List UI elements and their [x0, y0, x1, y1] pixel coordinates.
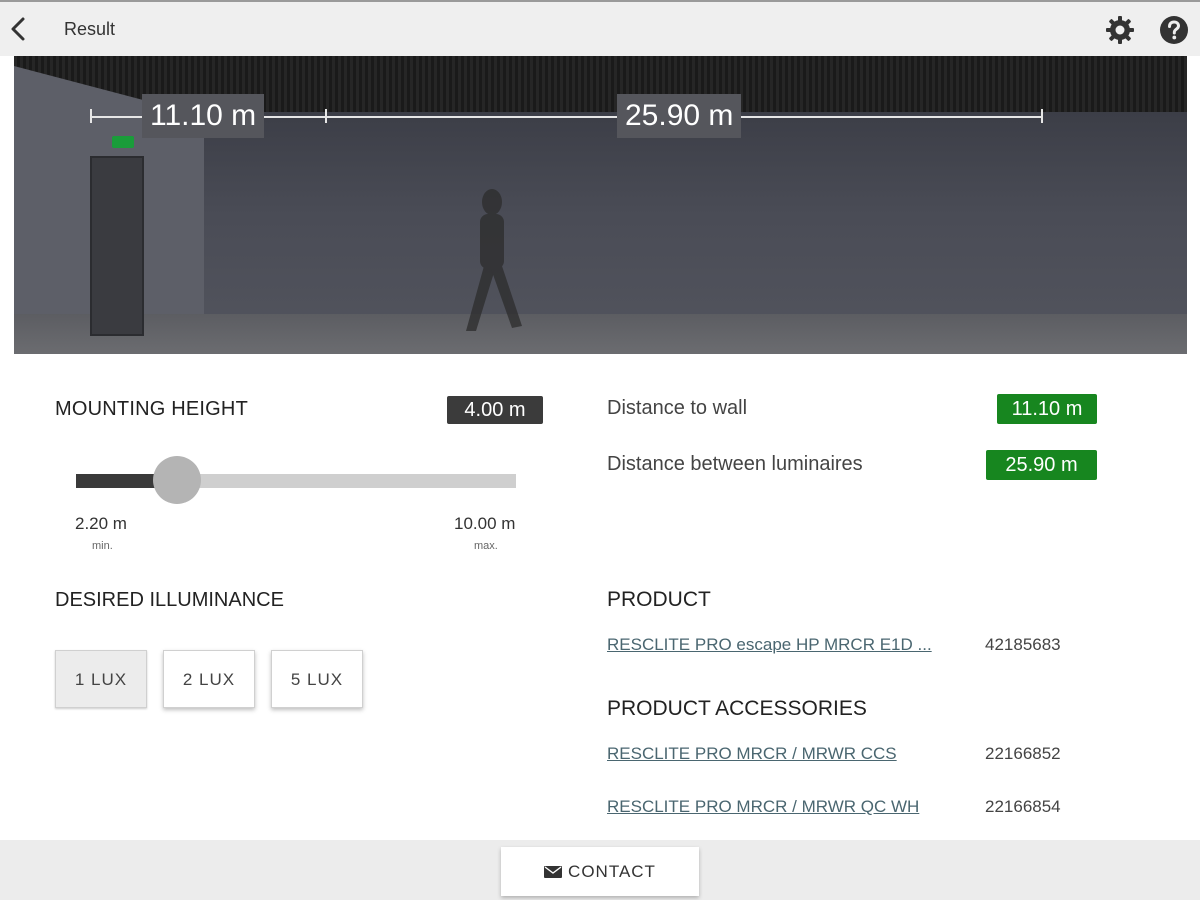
slider-max-caption: max. — [474, 540, 498, 552]
exit-sign — [112, 136, 134, 148]
contact-button[interactable]: CONTACT — [501, 847, 699, 896]
distance-between-value: 25.90 m — [986, 450, 1097, 480]
accessory-link[interactable]: RESCLITE PRO MRCR / MRWR CCS — [607, 744, 897, 764]
walking-person — [466, 189, 522, 331]
lux-1-button[interactable]: 1 LUX — [55, 650, 147, 708]
settings-button[interactable] — [1104, 14, 1136, 46]
dimension-tick — [325, 109, 327, 123]
lux-2-button[interactable]: 2 LUX — [163, 650, 255, 708]
dimension-tick — [1041, 109, 1043, 123]
dimension-tick — [90, 109, 92, 123]
dimension-label-between: 25.90 m — [617, 94, 742, 138]
accessories-title: PRODUCT ACCESSORIES — [607, 697, 867, 720]
chevron-left-icon — [11, 17, 25, 41]
accessory-number: 22166852 — [985, 744, 1061, 763]
mounting-height-value: 4.00 m — [447, 396, 543, 424]
gear-icon — [1106, 16, 1134, 44]
slider-min-value: 2.20 m — [75, 514, 127, 533]
slider-min-caption: min. — [92, 540, 113, 552]
dimension-label-wall: 11.10 m — [142, 94, 265, 138]
distance-to-wall-value: 11.10 m — [997, 394, 1097, 424]
accessory-number: 22166854 — [985, 797, 1061, 816]
corridor-visualization: 11.10 m 25.90 m — [14, 56, 1187, 354]
slider-max-value: 10.00 m — [454, 514, 516, 533]
floor — [14, 314, 1187, 354]
help-button[interactable] — [1158, 14, 1190, 46]
illuminance-title: DESIRED ILLUMINANCE — [55, 589, 284, 611]
back-button[interactable] — [6, 14, 34, 44]
product-link[interactable]: RESCLITE PRO escape HP MRCR E1D ... — [607, 635, 932, 655]
accessory-link[interactable]: RESCLITE PRO MRCR / MRWR QC WH — [607, 797, 919, 817]
help-icon — [1160, 16, 1188, 44]
distance-between-label: Distance between luminaires — [607, 453, 863, 475]
top-bar: Result — [0, 0, 1200, 56]
mounting-height-slider[interactable] — [76, 474, 516, 488]
product-number: 42185683 — [985, 635, 1061, 654]
mounting-height-title: MOUNTING HEIGHT — [55, 398, 248, 420]
lux-5-button[interactable]: 5 LUX — [271, 650, 363, 708]
product-title: PRODUCT — [607, 588, 711, 611]
contact-label: CONTACT — [568, 862, 656, 881]
distance-to-wall-label: Distance to wall — [607, 397, 748, 419]
mail-icon — [544, 866, 563, 878]
page-title: Result — [64, 19, 116, 39]
door — [90, 156, 144, 336]
slider-thumb[interactable] — [153, 456, 202, 504]
